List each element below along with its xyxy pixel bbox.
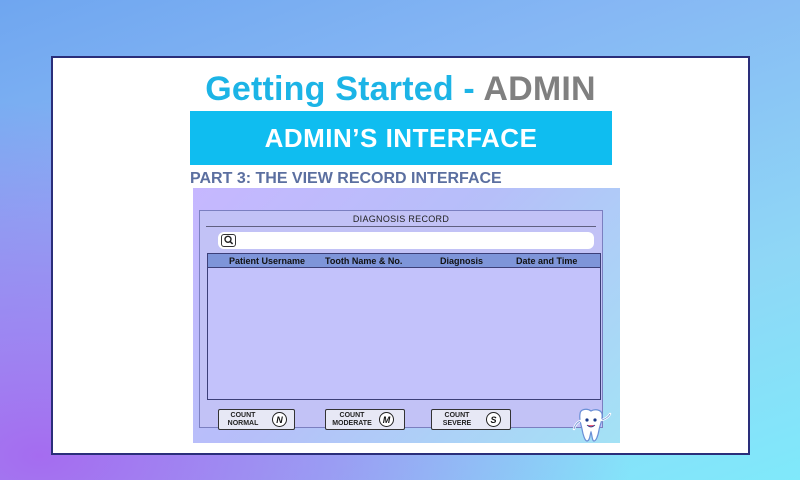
tooth-mascot-icon xyxy=(572,408,612,442)
page-title: Getting Started - ADMIN xyxy=(53,70,748,109)
column-header-diagnosis[interactable]: Diagnosis xyxy=(440,256,483,266)
count-normal-button[interactable]: COUNT NORMAL N xyxy=(218,409,295,430)
search-button[interactable] xyxy=(221,234,236,247)
count-severe-line1: COUNT xyxy=(444,412,470,419)
count-severe-line2: SEVERE xyxy=(442,420,472,427)
count-moderate-label: COUNT MODERATE xyxy=(330,412,374,428)
count-normal-line1: COUNT xyxy=(230,412,256,419)
view-record-screenshot: DIAGNOSIS RECORD Patient Username Tooth … xyxy=(193,188,620,443)
title-getting-started: Getting Started - xyxy=(205,70,484,108)
normal-letter-icon: N xyxy=(272,412,287,427)
table-header: Patient Username Tooth Name & No. Diagno… xyxy=(208,254,600,268)
section-subheading: PART 3: THE VIEW RECORD INTERFACE xyxy=(190,170,502,187)
search-input[interactable] xyxy=(218,232,594,249)
count-moderate-line1: COUNT xyxy=(339,412,365,419)
interface-banner: ADMIN’S INTERFACE xyxy=(190,111,612,165)
column-header-tooth-name[interactable]: Tooth Name & No. xyxy=(325,256,402,266)
title-admin: ADMIN xyxy=(483,70,596,108)
column-header-date-time[interactable]: Date and Time xyxy=(516,256,577,266)
diagnosis-record-panel: DIAGNOSIS RECORD Patient Username Tooth … xyxy=(199,210,603,430)
count-severe-button[interactable]: COUNT SEVERE S xyxy=(431,409,511,430)
title-divider xyxy=(206,226,596,227)
diagnosis-table: Patient Username Tooth Name & No. Diagno… xyxy=(207,253,601,400)
slide-card: Getting Started - ADMIN ADMIN’S INTERFAC… xyxy=(51,56,750,455)
search-icon xyxy=(224,235,234,245)
count-normal-label: COUNT NORMAL xyxy=(225,412,261,428)
count-normal-line2: NORMAL xyxy=(227,420,259,427)
column-header-patient-username[interactable]: Patient Username xyxy=(229,256,305,266)
severe-letter-icon: S xyxy=(486,412,501,427)
panel-title: DIAGNOSIS RECORD xyxy=(352,214,450,224)
moderate-letter-icon: M xyxy=(379,412,394,427)
count-moderate-button[interactable]: COUNT MODERATE M xyxy=(325,409,405,430)
count-severe-label: COUNT SEVERE xyxy=(438,412,476,428)
count-moderate-line2: MODERATE xyxy=(332,420,372,427)
